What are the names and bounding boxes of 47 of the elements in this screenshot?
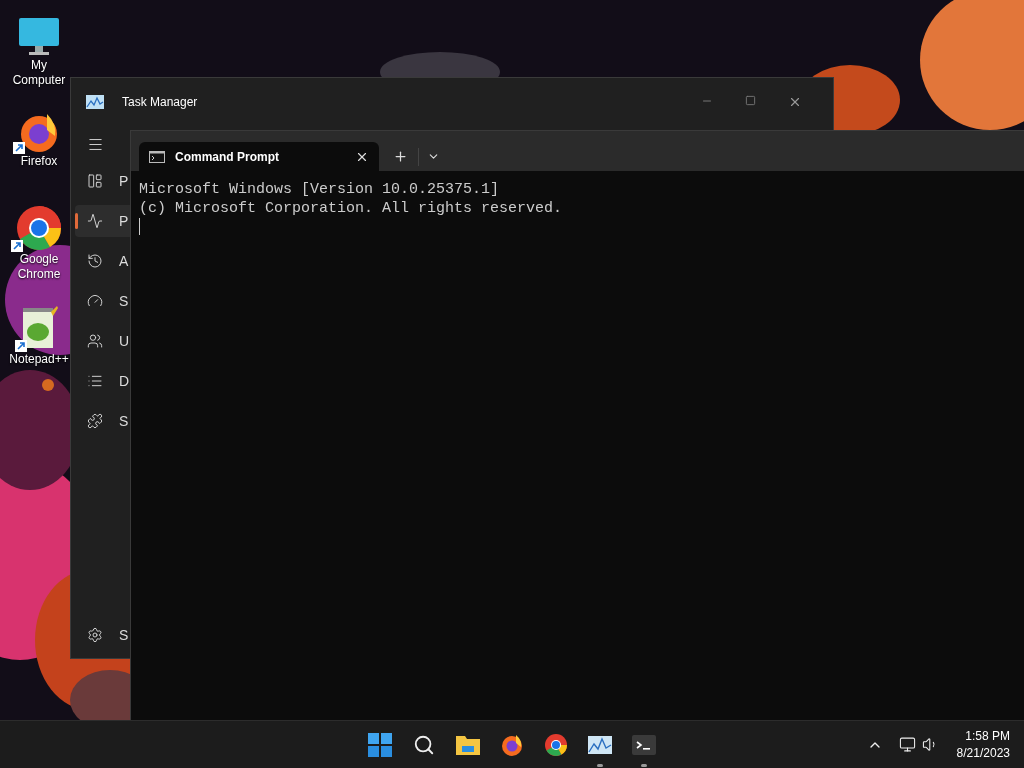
chrome-icon[interactable] bbox=[544, 732, 568, 757]
console-line: Microsoft Windows [Version 10.0.25375.1] bbox=[139, 180, 500, 199]
console-line: (c) Microsoft Corporation. All rights reserved. bbox=[139, 199, 563, 218]
window-title: Task Manager bbox=[122, 94, 198, 111]
users-icon bbox=[87, 333, 103, 349]
maximize-icon[interactable] bbox=[745, 95, 756, 106]
chart-icon bbox=[86, 95, 104, 109]
nav-label: A bbox=[119, 251, 129, 271]
nav-item[interactable]: U bbox=[75, 325, 130, 357]
icon-label: Google Chrome bbox=[16, 252, 62, 282]
network-icon[interactable] bbox=[898, 736, 916, 753]
menu-icon[interactable] bbox=[87, 136, 104, 153]
services-icon bbox=[87, 413, 103, 429]
nav-label: S bbox=[119, 411, 129, 431]
icon-label: Firefox bbox=[19, 154, 59, 169]
startup-icon bbox=[87, 293, 103, 309]
icon-label: My Computer bbox=[11, 58, 67, 88]
nav-item[interactable]: S bbox=[75, 285, 130, 317]
nav-item[interactable]: P bbox=[75, 165, 130, 197]
console-icon bbox=[149, 150, 165, 163]
start-icon[interactable] bbox=[368, 732, 392, 757]
terminal-icon[interactable] bbox=[632, 734, 656, 755]
taskmanager-icon[interactable] bbox=[588, 735, 612, 754]
settings-label[interactable]: S bbox=[119, 624, 129, 646]
clock[interactable]: 1:58 PM 8/21/2023 bbox=[956, 727, 1010, 762]
nav-item[interactable]: P bbox=[75, 205, 130, 237]
tab-title: Command Prompt bbox=[175, 148, 279, 166]
settings-icon[interactable] bbox=[87, 627, 103, 643]
nav-label: P bbox=[119, 211, 129, 231]
text-cursor bbox=[139, 218, 140, 235]
search-icon[interactable] bbox=[413, 733, 435, 756]
nav-label: U bbox=[119, 331, 130, 351]
nav-label: P bbox=[119, 171, 129, 191]
nav-label: S bbox=[119, 291, 129, 311]
history-icon bbox=[87, 253, 103, 269]
close-icon[interactable] bbox=[788, 95, 802, 109]
nav-item[interactable]: D bbox=[75, 365, 130, 397]
details-icon bbox=[87, 373, 103, 389]
icon-label: Notepad++ bbox=[8, 352, 70, 367]
processes-icon bbox=[87, 173, 103, 189]
terminal-tab[interactable]: Command Prompt bbox=[139, 142, 379, 171]
new-tab-icon[interactable] bbox=[393, 149, 408, 164]
nav-item[interactable]: S bbox=[75, 405, 130, 437]
performance-icon bbox=[87, 213, 103, 229]
nav-item[interactable]: A bbox=[75, 245, 130, 277]
nav-label: D bbox=[119, 371, 130, 391]
explorer-icon[interactable] bbox=[456, 733, 480, 756]
